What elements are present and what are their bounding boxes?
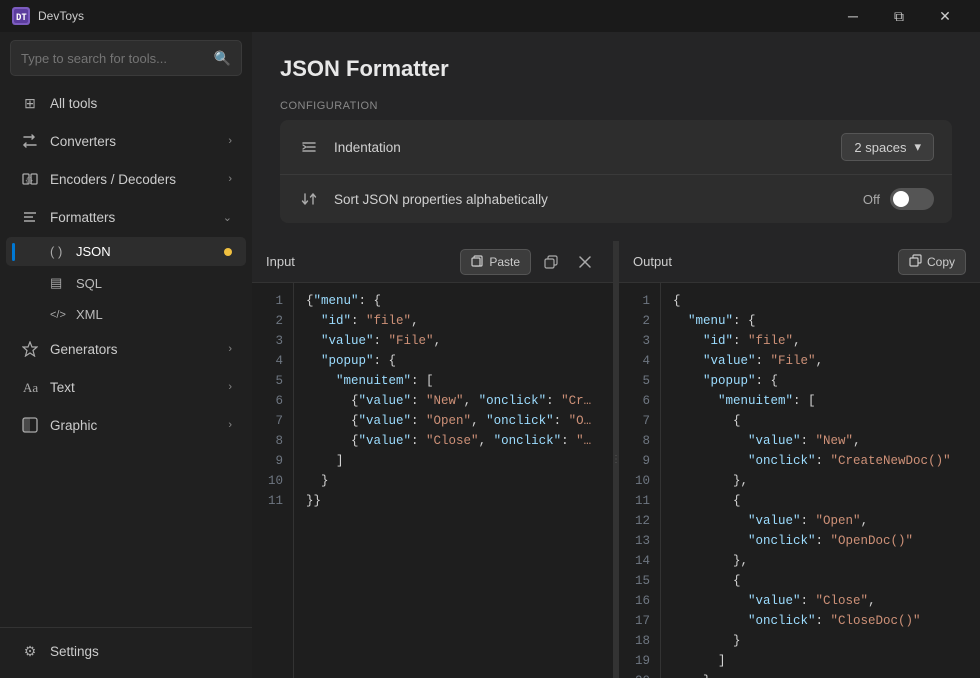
config-section-label: Configuration bbox=[280, 100, 952, 112]
clear-button[interactable] bbox=[571, 248, 599, 276]
sidebar-item-label: XML bbox=[76, 307, 103, 322]
chevron-right-icon: › bbox=[228, 419, 232, 431]
input-panel: Input Paste 12 bbox=[252, 241, 613, 678]
copy-icon bbox=[909, 254, 922, 270]
sidebar-item-label: Text bbox=[50, 380, 75, 395]
sidebar-item-label: Encoders / Decoders bbox=[50, 172, 176, 187]
app-icon: DT bbox=[12, 7, 30, 25]
restore-button[interactable]: ⧉ bbox=[876, 0, 922, 32]
sidebar-item-all-tools[interactable]: ⊞ All tools bbox=[6, 85, 246, 121]
sort-label: Sort JSON properties alphabetically bbox=[334, 192, 863, 207]
sidebar-item-text[interactable]: Aa Text › bbox=[6, 369, 246, 405]
output-label: Output bbox=[633, 254, 892, 269]
chevron-down-icon: ⌄ bbox=[223, 211, 232, 224]
indentation-dropdown[interactable]: 2 spaces ▾ bbox=[841, 133, 934, 161]
input-line-numbers: 12345 678910 11 bbox=[252, 283, 294, 678]
sidebar-item-label: Generators bbox=[50, 342, 118, 357]
paste-icon bbox=[471, 254, 484, 270]
graphic-icon bbox=[20, 415, 40, 435]
window-controls: ─ ⧉ ✕ bbox=[830, 0, 968, 32]
active-indicator bbox=[12, 243, 15, 261]
update-dot bbox=[224, 248, 232, 256]
formatters-icon bbox=[20, 207, 40, 227]
paste-button[interactable]: Paste bbox=[460, 249, 531, 275]
generators-icon bbox=[20, 339, 40, 359]
input-label: Input bbox=[266, 254, 454, 269]
toggle-knob bbox=[893, 191, 909, 207]
sidebar-item-label: All tools bbox=[50, 96, 97, 111]
text-icon: Aa bbox=[20, 377, 40, 397]
indentation-row: Indentation 2 spaces ▾ bbox=[280, 120, 952, 175]
sidebar-item-xml[interactable]: </> XML bbox=[6, 300, 246, 329]
json-icon: ( ) bbox=[50, 244, 68, 259]
app-title: DevToys bbox=[38, 9, 84, 23]
search-input[interactable] bbox=[21, 51, 214, 66]
search-box[interactable]: 🔍 bbox=[10, 40, 242, 76]
output-toolbar: Output Copy bbox=[619, 241, 980, 283]
home-icon: ⊞ bbox=[20, 93, 40, 113]
sidebar-item-sql[interactable]: ▤ SQL bbox=[6, 268, 246, 298]
xml-icon: </> bbox=[50, 309, 68, 321]
dropdown-chevron-icon: ▾ bbox=[914, 139, 921, 155]
output-line-numbers: 12345 678910 1112131415 1617181920 2122 bbox=[619, 283, 661, 678]
sidebar-item-label: SQL bbox=[76, 276, 102, 291]
sidebar-item-graphic[interactable]: Graphic › bbox=[6, 407, 246, 443]
output-editor-body: 12345 678910 1112131415 1617181920 2122 … bbox=[619, 283, 980, 678]
sidebar-item-converters[interactable]: Converters › bbox=[6, 123, 246, 159]
sql-icon: ▤ bbox=[50, 275, 68, 291]
page-title: JSON Formatter bbox=[280, 56, 952, 82]
chevron-right-icon: › bbox=[228, 381, 232, 393]
output-code[interactable]: { "menu": { "id": "file", "value": "File… bbox=[661, 283, 980, 678]
sidebar-item-label: JSON bbox=[76, 244, 111, 259]
encoders-icon: {} bbox=[20, 169, 40, 189]
output-panel: Output Copy 12345 678910 1112131415 1617… bbox=[619, 241, 980, 678]
sidebar-item-encoders[interactable]: {} Encoders / Decoders › bbox=[6, 161, 246, 197]
titlebar: DT DevToys ─ ⧉ ✕ bbox=[0, 0, 980, 32]
copy-label: Copy bbox=[927, 255, 955, 269]
input-toolbar: Input Paste bbox=[252, 241, 613, 283]
svg-text:Aa: Aa bbox=[23, 380, 38, 395]
input-editor-body: 12345 678910 11 {"menu": { "id": "file",… bbox=[252, 283, 613, 678]
sidebar: 🔍 ⊞ All tools Converters › {} Encoders /… bbox=[0, 32, 252, 678]
sidebar-item-formatters[interactable]: Formatters ⌄ bbox=[6, 199, 246, 235]
settings-section: ⚙ Settings bbox=[0, 627, 252, 670]
sidebar-item-label: Settings bbox=[50, 644, 99, 659]
input-code[interactable]: {"menu": { "id": "file", "value": "File"… bbox=[294, 283, 613, 678]
config-card: Indentation 2 spaces ▾ Sort JSON propert… bbox=[280, 120, 952, 223]
main-content: JSON Formatter Configuration Indentation… bbox=[252, 32, 980, 678]
converters-icon bbox=[20, 131, 40, 151]
chevron-right-icon: › bbox=[228, 173, 232, 185]
sidebar-item-json[interactable]: ( ) JSON bbox=[6, 237, 246, 266]
toggle-off-label: Off bbox=[863, 192, 880, 207]
settings-icon: ⚙ bbox=[20, 641, 40, 661]
chevron-right-icon: › bbox=[228, 343, 232, 355]
configuration-section: Configuration Indentation 2 spaces ▾ bbox=[280, 100, 952, 223]
chevron-right-icon: › bbox=[228, 135, 232, 147]
paste-label: Paste bbox=[489, 255, 520, 269]
indentation-value: 2 spaces bbox=[854, 140, 906, 155]
sidebar-item-label: Converters bbox=[50, 134, 116, 149]
indentation-label: Indentation bbox=[334, 140, 841, 155]
svg-text:{}: {} bbox=[25, 177, 33, 185]
sort-row: Sort JSON properties alphabetically Off bbox=[280, 175, 952, 223]
close-button[interactable]: ✕ bbox=[922, 0, 968, 32]
app-body: 🔍 ⊞ All tools Converters › {} Encoders /… bbox=[0, 32, 980, 678]
copy-icon-button[interactable] bbox=[537, 248, 565, 276]
editors-row: Input Paste 12 bbox=[252, 241, 980, 678]
search-icon: 🔍 bbox=[214, 50, 231, 67]
minimize-button[interactable]: ─ bbox=[830, 0, 876, 32]
sidebar-item-label: Formatters bbox=[50, 210, 115, 225]
sort-icon bbox=[298, 188, 320, 210]
sidebar-item-generators[interactable]: Generators › bbox=[6, 331, 246, 367]
sidebar-item-label: Graphic bbox=[50, 418, 97, 433]
copy-button[interactable]: Copy bbox=[898, 249, 966, 275]
indentation-icon bbox=[298, 136, 320, 158]
sidebar-item-settings[interactable]: ⚙ Settings bbox=[6, 633, 246, 669]
sort-toggle[interactable] bbox=[890, 188, 934, 210]
svg-text:DT: DT bbox=[16, 13, 27, 23]
